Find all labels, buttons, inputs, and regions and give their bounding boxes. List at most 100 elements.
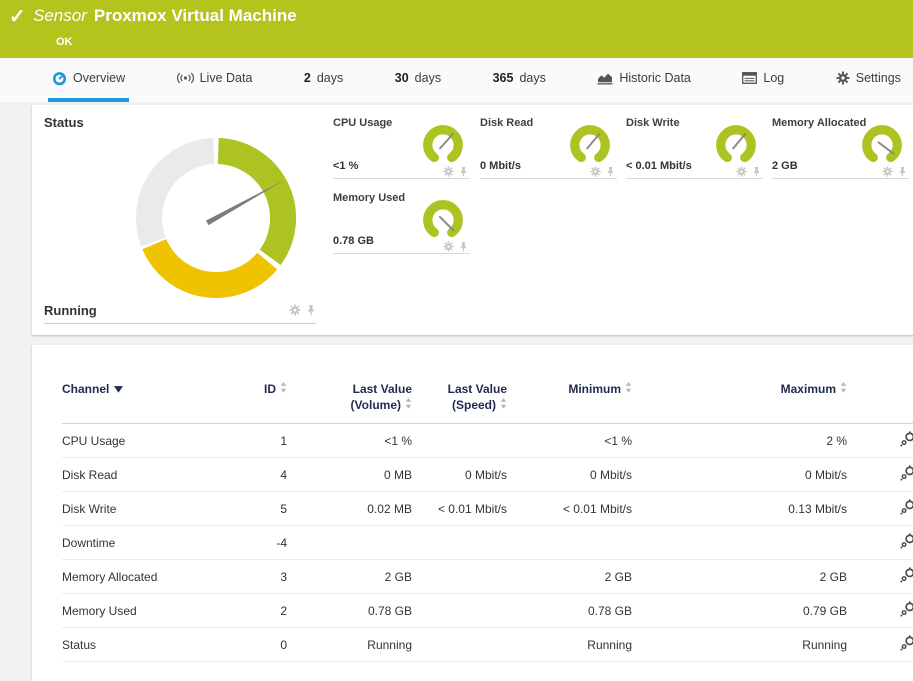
sort-icon — [405, 398, 412, 409]
gear-icon[interactable] — [289, 304, 301, 316]
pin-icon[interactable] — [898, 166, 907, 177]
channel-table: Channel ID Last Value (Volume) Last Valu… — [62, 375, 913, 662]
sorted-desc-icon — [114, 386, 123, 393]
live-data-icon — [177, 72, 194, 84]
channel-name[interactable]: Memory Allocated — [62, 560, 192, 594]
tab-2-days[interactable]: 2 days — [300, 58, 347, 102]
channel-settings-icon[interactable] — [900, 504, 913, 518]
tab-live-data[interactable]: Live Data — [173, 58, 257, 102]
status-gauge-footer: Running — [44, 297, 316, 324]
column-header-minimum[interactable]: Minimum — [507, 375, 632, 424]
channel-settings-icon[interactable] — [900, 606, 913, 620]
gauge-needle — [587, 134, 599, 149]
channel-last-value-speed — [412, 526, 507, 560]
page-title: Proxmox Virtual Machine — [94, 6, 297, 25]
channel-maximum: 2 GB — [632, 560, 847, 594]
channel-last-value-volume: Running — [287, 628, 412, 662]
prtg-sensor-page: ✓ SensorProxmox Virtual Machine OK Overv… — [0, 0, 913, 681]
status-gauge — [96, 118, 336, 318]
channel-settings-icon[interactable] — [900, 640, 913, 654]
channel-last-value-speed — [412, 628, 507, 662]
channel-settings-icon[interactable] — [900, 538, 913, 552]
channel-minimum: < 0.01 Mbit/s — [507, 492, 632, 526]
tab-settings[interactable]: Settings — [832, 58, 905, 102]
gauge-card-disk-write: Disk Write < 0.01 Mbit/s — [626, 115, 763, 179]
channel-name[interactable]: Disk Write — [62, 492, 192, 526]
channel-name[interactable]: Memory Used — [62, 594, 192, 628]
gear-icon — [836, 71, 850, 85]
column-header-id[interactable]: ID — [192, 375, 287, 424]
pin-icon[interactable] — [459, 241, 468, 252]
column-header-last-value-speed[interactable]: Last Value (Speed) — [412, 375, 507, 424]
pin-icon[interactable] — [306, 304, 316, 316]
gauge-label: Memory Allocated — [772, 117, 866, 129]
gear-icon[interactable] — [443, 166, 454, 177]
table-row: Status 0 Running Running Running — [62, 628, 913, 662]
sort-icon — [625, 382, 632, 393]
channel-last-value-volume — [287, 526, 412, 560]
channel-settings-icon[interactable] — [900, 572, 913, 586]
column-header-maximum[interactable]: Maximum — [632, 375, 847, 424]
gauge-value: <1 % — [333, 160, 358, 172]
gauge-value: 2 GB — [772, 160, 798, 172]
table-row: CPU Usage 1 <1 % <1 % 2 % — [62, 424, 913, 458]
channel-last-value-speed — [412, 424, 507, 458]
channel-id: 3 — [192, 560, 287, 594]
log-icon — [742, 72, 757, 84]
gauge-card-memory-used: Memory Used 0.78 GB — [333, 190, 470, 254]
gauge-label: Disk Write — [626, 117, 680, 129]
channel-id: -4 — [192, 526, 287, 560]
gauge-label: Disk Read — [480, 117, 533, 129]
gauge-card-cpu-usage: CPU Usage <1 % — [333, 115, 470, 179]
channel-last-value-speed — [412, 560, 507, 594]
channel-last-value-volume: 0 MB — [287, 458, 412, 492]
tab-overview[interactable]: Overview — [48, 58, 129, 102]
status-gauge-title: Status — [44, 115, 84, 130]
gauge-icon — [52, 71, 67, 86]
pin-icon[interactable] — [459, 166, 468, 177]
memory-allocated-gauge — [857, 121, 907, 169]
tab-365-days[interactable]: 365 days — [489, 58, 550, 102]
channel-id: 2 — [192, 594, 287, 628]
pin-icon[interactable] — [752, 166, 761, 177]
gear-icon[interactable] — [443, 241, 454, 252]
column-header-last-value-volume[interactable]: Last Value (Volume) — [287, 375, 412, 424]
table-row: Memory Used 2 0.78 GB 0.78 GB 0.79 GB — [62, 594, 913, 628]
channel-maximum: 0.13 Mbit/s — [632, 492, 847, 526]
channel-maximum: 0.79 GB — [632, 594, 847, 628]
sort-icon — [840, 382, 847, 393]
channel-maximum: 2 % — [632, 424, 847, 458]
tab-historic-data[interactable]: Historic Data — [593, 58, 695, 102]
channel-settings-icon[interactable] — [900, 436, 913, 450]
gear-icon[interactable] — [882, 166, 893, 177]
memory-used-gauge — [418, 196, 468, 244]
channel-last-value-speed: < 0.01 Mbit/s — [412, 492, 507, 526]
gauge-label: CPU Usage — [333, 117, 392, 129]
tab-log[interactable]: Log — [738, 58, 788, 102]
gauge-needle — [733, 134, 745, 149]
gear-icon[interactable] — [590, 166, 601, 177]
disk-read-gauge — [565, 121, 615, 169]
channel-last-value-volume: 0.78 GB — [287, 594, 412, 628]
channel-name[interactable]: Status — [62, 628, 192, 662]
table-row: Downtime -4 — [62, 526, 913, 560]
table-row: Disk Read 4 0 MB 0 Mbit/s 0 Mbit/s 0 Mbi… — [62, 458, 913, 492]
tab-30-days[interactable]: 30 days — [391, 58, 445, 102]
channel-maximum: 0 Mbit/s — [632, 458, 847, 492]
channel-name[interactable]: CPU Usage — [62, 424, 192, 458]
gauge-needle — [440, 134, 453, 148]
channel-minimum: 0.78 GB — [507, 594, 632, 628]
channel-id: 0 — [192, 628, 287, 662]
gauges-panel: Status Running CPU Usage <1 % — [32, 105, 913, 335]
gear-icon[interactable] — [736, 166, 747, 177]
sensor-header: ✓ SensorProxmox Virtual Machine OK — [0, 0, 913, 58]
channel-minimum — [507, 526, 632, 560]
channel-settings-icon[interactable] — [900, 470, 913, 484]
channel-name[interactable]: Downtime — [62, 526, 192, 560]
channel-name[interactable]: Disk Read — [62, 458, 192, 492]
pin-icon[interactable] — [606, 166, 615, 177]
column-header-channel[interactable]: Channel — [62, 375, 192, 424]
gauge-needle — [440, 217, 453, 230]
gauge-value: 0 Mbit/s — [480, 160, 521, 172]
channel-maximum: Running — [632, 628, 847, 662]
